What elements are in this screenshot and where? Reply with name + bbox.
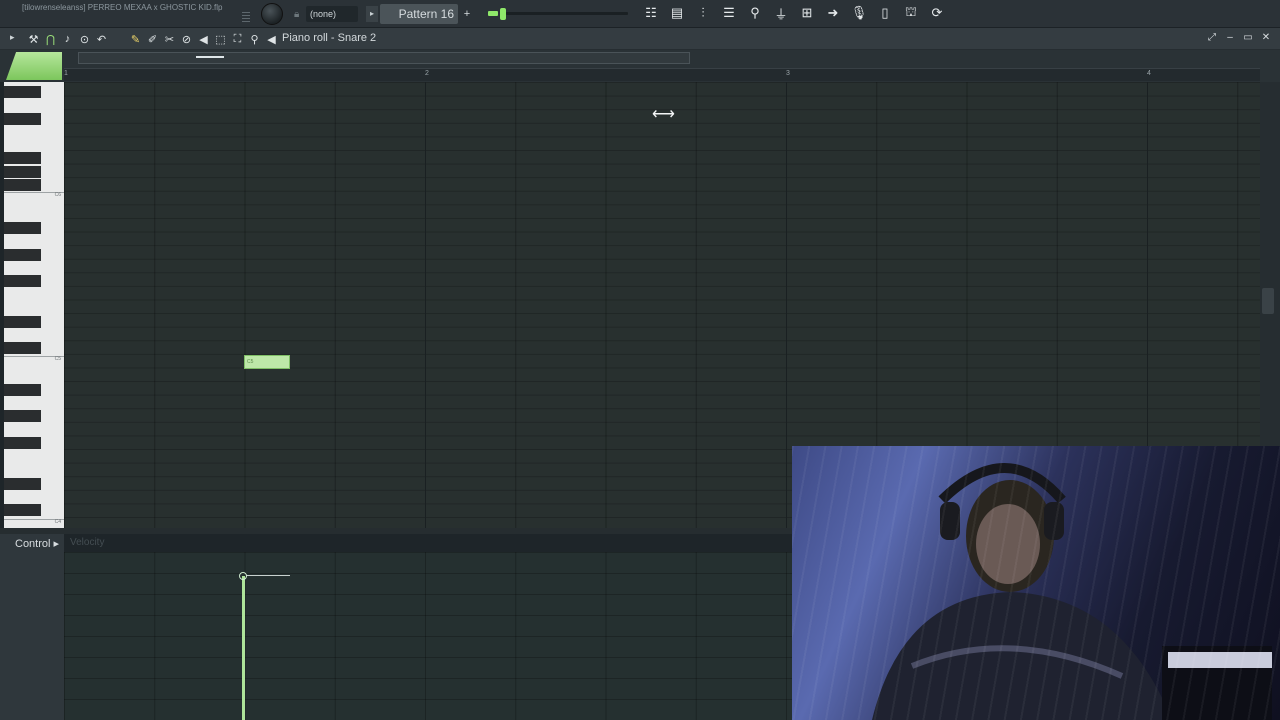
- maximize-button[interactable]: ▭: [1242, 32, 1254, 44]
- bar-number: 1: [64, 70, 68, 77]
- piano-roll-header: ▸ ⚒ ⋂ ♪ ⊙ ↶ ✎ ✐ ✂ ⊘ ◀ ⬚ ⛶ ⚲ ◀︎ Piano rol…: [0, 28, 1280, 50]
- playback-icon[interactable]: ◀︎: [264, 31, 279, 47]
- piano-keyboard[interactable]: C6 C5 C4: [4, 82, 64, 528]
- close-button[interactable]: ✕: [1260, 32, 1272, 44]
- black-key[interactable]: [4, 410, 41, 422]
- piano-roll-tools: ⚒ ⋂ ♪ ⊙ ↶ ✎ ✐ ✂ ⊘ ◀ ⬚ ⛶ ⚲ ◀︎: [26, 31, 279, 47]
- black-key[interactable]: [4, 478, 41, 490]
- plugin-picker-icon[interactable]: ⏚: [770, 2, 792, 24]
- bar-line: [786, 82, 787, 528]
- black-key[interactable]: [4, 249, 41, 261]
- velocity-handle[interactable]: [239, 572, 247, 580]
- key-label: C6: [54, 192, 61, 198]
- velocity-tail: [246, 575, 290, 576]
- master-pitch-slider[interactable]: [506, 12, 628, 15]
- magnet-icon[interactable]: ⋂: [43, 31, 58, 47]
- pattern-arrow-button[interactable]: ▸: [366, 6, 378, 22]
- zoom-icon[interactable]: ⚲: [247, 31, 262, 47]
- midi-note[interactable]: C5: [244, 355, 290, 369]
- black-key[interactable]: [4, 152, 41, 164]
- resize-cursor-icon: ⟷: [652, 106, 675, 123]
- tempo-led: [488, 11, 498, 16]
- black-key[interactable]: [4, 179, 41, 191]
- lock-icon[interactable]: 🔒︎: [294, 9, 304, 21]
- timeline: 1 2 3 4: [0, 50, 1280, 82]
- piano-roll-icon[interactable]: ☰: [718, 2, 740, 24]
- key-label: C4: [54, 519, 61, 525]
- control-menu[interactable]: Control ▸: [15, 537, 59, 550]
- vertical-scroll-thumb[interactable]: [1262, 288, 1274, 314]
- control-sidebar: [0, 534, 64, 720]
- black-key[interactable]: [4, 86, 41, 98]
- app-window: [tilowrenseleanss] PERREO MEXAA x GHOSTI…: [0, 0, 1280, 720]
- channel-rack-icon[interactable]: ▤: [666, 2, 688, 24]
- detach-button[interactable]: ⤢: [1206, 32, 1218, 44]
- tools-menu-icon[interactable]: ⚒: [26, 31, 41, 47]
- preset-selector[interactable]: (none): [306, 6, 358, 22]
- pencil-icon[interactable]: ✎: [128, 31, 143, 47]
- black-key[interactable]: [4, 504, 41, 516]
- paint-icon[interactable]: ✐: [145, 31, 160, 47]
- master-volume-knob[interactable]: [261, 3, 283, 25]
- black-key[interactable]: [4, 222, 41, 234]
- add-pattern-button[interactable]: +: [460, 5, 474, 23]
- black-key[interactable]: [4, 316, 41, 328]
- file-icon[interactable]: ▯: [874, 2, 896, 24]
- project-title: [tilowrenseleanss] PERREO MEXAA x GHOSTI…: [22, 3, 223, 12]
- black-key[interactable]: [4, 342, 41, 354]
- export-icon[interactable]: ➜: [822, 2, 844, 24]
- horizontal-zoom-scrollbar[interactable]: [78, 52, 690, 64]
- delete-tool-icon[interactable]: ✂: [162, 31, 177, 47]
- webcam-figure: [872, 463, 1272, 720]
- mute-tool-icon[interactable]: ⊘: [179, 31, 194, 47]
- select-tool-icon[interactable]: ⬚: [213, 31, 228, 47]
- toolbar-grip-icon[interactable]: [242, 12, 250, 22]
- mixer-icon[interactable]: ⫶: [692, 2, 714, 24]
- main-toolbar: [tilowrenseleanss] PERREO MEXAA x GHOSTI…: [0, 0, 1280, 28]
- slip-tool-icon[interactable]: ◀: [196, 31, 211, 47]
- menu-arrow-icon[interactable]: ▸: [10, 32, 15, 43]
- tempo-tapper-icon[interactable]: ⊞: [796, 2, 818, 24]
- playlist-icon[interactable]: ☷: [640, 2, 662, 24]
- browser-icon[interactable]: ⚲: [744, 2, 766, 24]
- select-all-icon[interactable]: ⛶: [230, 31, 245, 47]
- pattern-selector[interactable]: Pattern 16: [380, 4, 458, 24]
- undo-history-icon[interactable]: ⟳: [926, 2, 948, 24]
- webcam-overlay: [792, 446, 1280, 720]
- undo-icon[interactable]: ↶: [94, 31, 109, 47]
- black-key[interactable]: [4, 384, 41, 396]
- note-icon[interactable]: ♪: [60, 31, 75, 47]
- velocity-target-label: Velocity: [70, 537, 105, 548]
- window-controls: ⤢ – ▭ ✕: [1206, 32, 1272, 44]
- window-shortcuts: ☷ ▤ ⫶ ☰ ⚲ ⏚ ⊞ ➜ 🎙︎ ▯ ⛫ ⟳: [640, 2, 948, 26]
- black-key[interactable]: [4, 166, 41, 178]
- minimize-button[interactable]: –: [1224, 32, 1236, 44]
- piano-roll-title[interactable]: Piano roll - Snare 2: [282, 32, 376, 44]
- stamp-icon[interactable]: ⛫: [900, 2, 922, 24]
- black-key[interactable]: [4, 437, 41, 449]
- record-icon[interactable]: ⊙: [77, 31, 92, 47]
- bar-line: [425, 82, 426, 528]
- bar-number: 2: [425, 70, 429, 77]
- recording-icon[interactable]: 🎙︎: [848, 2, 870, 24]
- velocity-bar[interactable]: [242, 576, 245, 720]
- black-key[interactable]: [4, 275, 41, 287]
- black-key[interactable]: [4, 113, 41, 125]
- key-label: C5: [54, 356, 61, 362]
- bar-number: 4: [1147, 70, 1151, 77]
- zoom-handle[interactable]: [196, 56, 224, 58]
- bar-number: 3: [786, 70, 790, 77]
- bar-ruler[interactable]: 1 2 3 4: [64, 68, 1260, 81]
